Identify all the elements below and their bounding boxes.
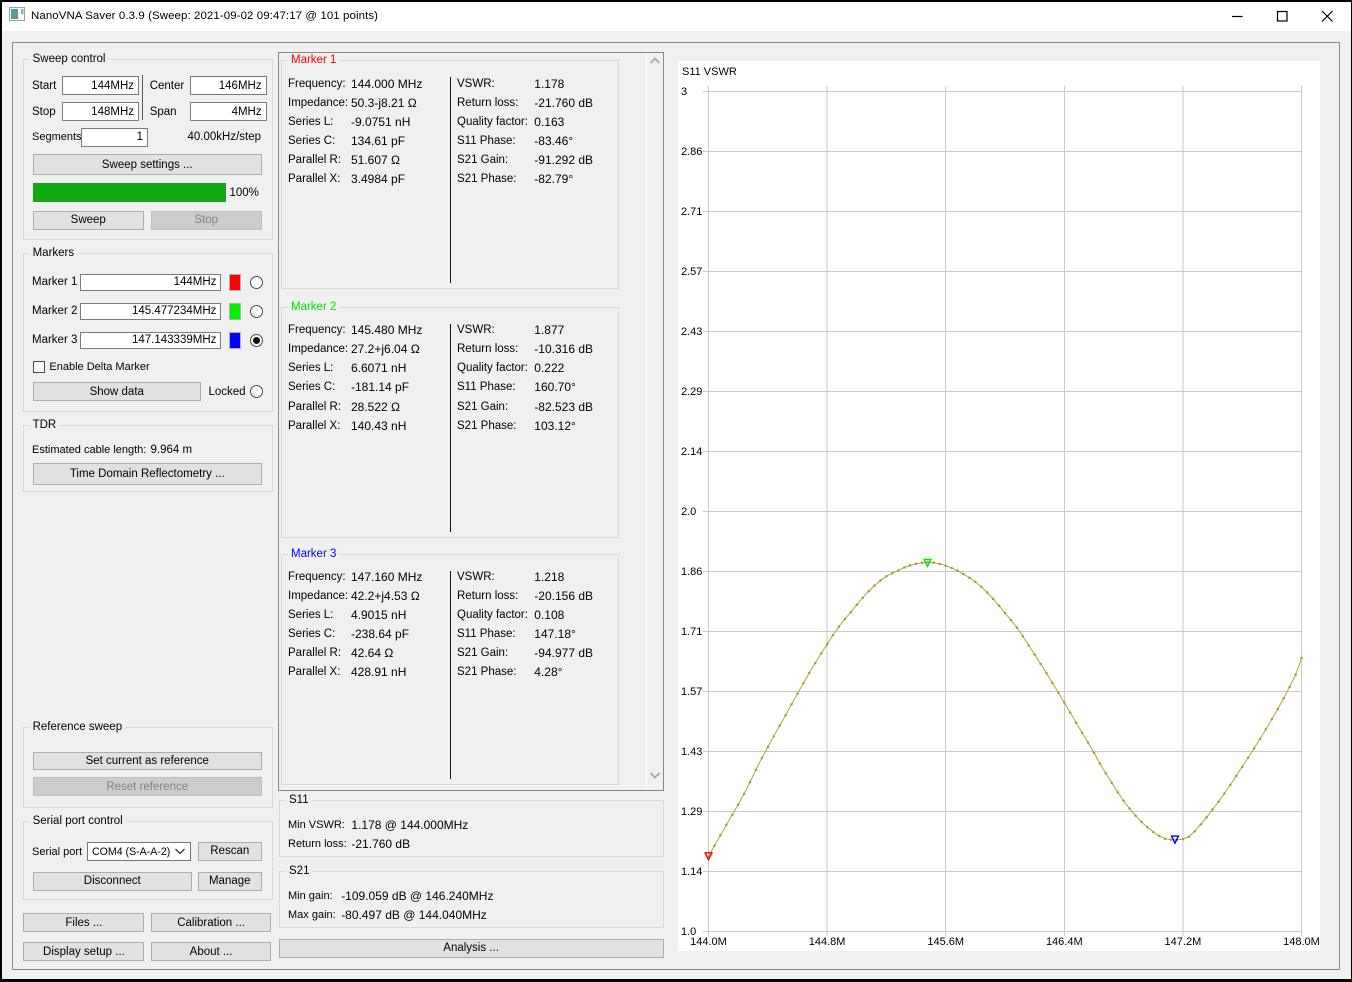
svg-text:148.0M: 148.0M — [1283, 936, 1320, 948]
svg-text:147.2M: 147.2M — [1165, 936, 1202, 948]
svg-text:S11 VSWR: S11 VSWR — [682, 66, 737, 78]
svg-text:2.57: 2.57 — [681, 266, 702, 278]
svg-text:1.57: 1.57 — [681, 686, 702, 698]
svg-text:1.71: 1.71 — [681, 626, 702, 638]
svg-text:146.4M: 146.4M — [1046, 936, 1083, 948]
svg-text:1.43: 1.43 — [681, 746, 702, 758]
svg-text:2.43: 2.43 — [681, 326, 702, 338]
svg-text:2.86: 2.86 — [681, 146, 702, 158]
svg-text:1.29: 1.29 — [681, 806, 702, 818]
svg-text:1.14: 1.14 — [681, 866, 702, 878]
svg-text:2.14: 2.14 — [681, 446, 702, 458]
svg-text:144.8M: 144.8M — [809, 936, 846, 948]
svg-text:145.6M: 145.6M — [927, 936, 964, 948]
svg-text:2.0: 2.0 — [681, 506, 696, 518]
svg-text:1.86: 1.86 — [681, 566, 702, 578]
svg-text:3: 3 — [681, 86, 687, 98]
svg-text:144.0M: 144.0M — [690, 936, 727, 948]
svg-text:2.71: 2.71 — [681, 206, 702, 218]
svg-text:2.29: 2.29 — [681, 386, 702, 398]
